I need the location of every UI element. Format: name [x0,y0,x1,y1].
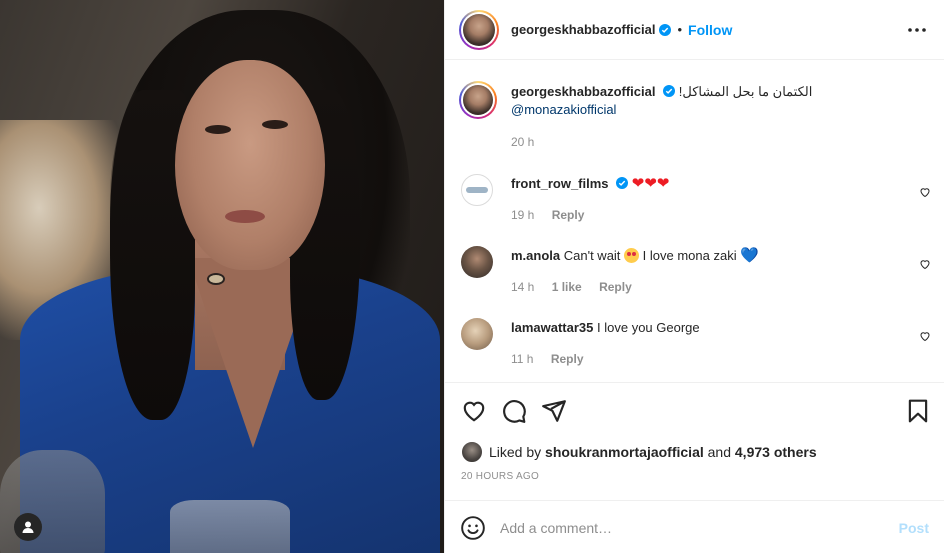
comment-icon[interactable] [501,398,527,424]
post-dialog: georgeskhabbazofficial • Follow georgesk… [0,0,944,553]
comment-timestamp: 11 h [511,352,534,366]
separator-dot: • [677,22,683,37]
bookmark-icon[interactable] [905,398,931,424]
likes-prefix: Liked by [489,444,542,460]
author-username[interactable]: georgeskhabbazofficial [511,22,655,37]
post-side-panel: georgeskhabbazofficial • Follow georgesk… [444,0,944,553]
commenter-avatar[interactable] [461,246,493,278]
post-header: georgeskhabbazofficial • Follow [445,0,944,60]
verified-badge-icon [663,85,676,97]
heart-eyes-emoji-icon [624,248,640,263]
add-comment-bar: Post [445,502,944,553]
liker-username[interactable]: shoukranmortajaofficial [545,444,704,460]
comments-list[interactable]: georgeskhabbazofficial الكتمان ما بحل ال… [445,61,944,383]
post-actions-section: Liked by shoukranmortajaofficial and 4,9… [445,384,944,501]
commenter-avatar[interactable] [461,174,493,206]
follow-button[interactable]: Follow [688,22,732,38]
comment-item: lamawattar35 I love you George 11 h Repl… [459,318,931,378]
liker-avatar[interactable] [461,441,483,463]
comment-username[interactable]: front_row_films [511,176,609,191]
comment-item: m.anola Can't wait I love mona zaki 💙 14… [459,246,931,306]
caption-mention-link[interactable]: @monazakiofficial [511,102,616,117]
comment-text-2: I love mona zaki [642,248,737,263]
caption-username[interactable]: georgeskhabbazofficial [511,84,655,99]
post-caption: georgeskhabbazofficial الكتمان ما بحل ال… [459,81,931,151]
comment-timestamp: 14 h [511,280,535,294]
comment-text: I love you George [597,320,700,335]
heart-icon[interactable] [461,398,487,424]
comment-item: front_row_films ❤❤❤ 19 h Reply [459,174,931,234]
comment-timestamp: 19 h [511,208,535,222]
comment-emoji: ❤❤❤ [631,175,670,192]
comment-text: Can't wait [563,248,621,263]
more-options-icon[interactable] [907,22,927,38]
likes-and: and [707,444,731,460]
caption-timestamp: 20 h [511,135,535,149]
post-comment-button[interactable]: Post [899,520,929,536]
reply-button[interactable]: Reply [599,280,632,294]
post-time-ago: 20 HOURS AGO [461,471,540,482]
verified-badge-icon [659,23,672,36]
caption-author-avatar[interactable] [459,81,497,119]
comment-like-heart-icon[interactable] [919,330,931,342]
comment-likes-count[interactable]: 1 like [552,280,582,294]
reply-button[interactable]: Reply [552,208,585,222]
likes-others-link[interactable]: 4,973 others [735,444,817,460]
add-comment-input[interactable] [500,519,880,536]
share-icon[interactable] [541,398,567,424]
author-avatar[interactable] [459,9,499,50]
verified-badge-icon [616,177,629,189]
likes-summary: Liked by shoukranmortajaofficial and 4,9… [461,441,817,463]
comment-like-heart-icon[interactable] [919,258,931,270]
comment-username[interactable]: lamawattar35 [511,320,593,335]
emoji-icon[interactable] [460,515,486,541]
user-tag-icon[interactable] [14,513,42,541]
reply-button[interactable]: Reply [551,352,584,366]
comment-username[interactable]: m.anola [511,248,560,263]
commenter-avatar[interactable] [461,318,493,350]
blue-heart-emoji: 💙 [740,247,759,264]
post-photo[interactable] [0,0,444,553]
caption-meta: 20 h [511,135,548,149]
comment-like-heart-icon[interactable] [919,186,931,198]
caption-text: الكتمان ما بحل المشاكل! [678,84,813,99]
